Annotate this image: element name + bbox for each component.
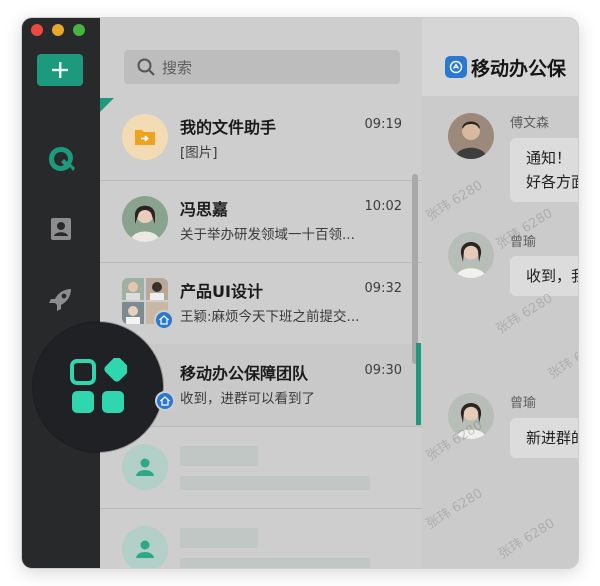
watermark: 张玮 6280	[495, 516, 558, 563]
chat-item-feng-sijia[interactable]: 冯思嘉 10:02 关于举办研发领域一十百领...	[100, 180, 422, 263]
search-input[interactable]: 搜索	[124, 50, 400, 84]
left-nav	[22, 18, 100, 568]
chat-preview: 收到，进群可以看到了	[180, 391, 315, 407]
chat-preview: 王颖:麻烦今天下班之前提交...	[180, 309, 360, 325]
conversation-list: 搜索 我的文件助手 09:19 [图片] 冯思嘉 10:02 关于举办研发领域一…	[100, 18, 422, 568]
plus-icon	[52, 62, 68, 78]
message-text: 收到，我	[526, 267, 578, 285]
skeleton-bar	[180, 528, 258, 548]
sender-avatar[interactable]	[448, 232, 494, 278]
skeleton-row	[100, 426, 422, 509]
enterprise-icon	[449, 60, 463, 74]
chat-name: 产品UI设计	[180, 282, 263, 301]
enterprise-group-badge	[445, 56, 467, 78]
maximize-window-button[interactable]	[73, 24, 85, 36]
chat-time: 10:02	[364, 199, 402, 214]
rocket-icon	[49, 289, 71, 311]
enterprise-badge	[155, 391, 175, 411]
enterprise-icon	[159, 315, 169, 325]
skeleton-avatar	[122, 526, 168, 568]
apps-grid-icon	[70, 358, 127, 413]
nav-workbench-button[interactable]	[46, 284, 76, 314]
enterprise-icon	[160, 396, 170, 406]
apps-button[interactable]	[33, 322, 163, 452]
chat-preview: [图片]	[180, 145, 218, 161]
user-placeholder-icon	[136, 540, 154, 558]
nav-contacts-button[interactable]	[46, 214, 76, 244]
skeleton-bar	[180, 476, 370, 490]
chat-time: 09:32	[364, 281, 402, 296]
watermark: 张玮 6280	[423, 178, 486, 225]
nav-messages-button[interactable]	[46, 144, 76, 174]
skeleton-avatar	[122, 444, 168, 490]
search-icon	[137, 58, 155, 76]
sender-name: 傅文森	[510, 116, 550, 131]
logo-icon	[49, 147, 75, 171]
skeleton-row	[100, 508, 422, 568]
message-bubble[interactable]: 新进群的	[510, 418, 578, 458]
chat-name: 冯思嘉	[180, 200, 229, 219]
chat-time: 09:19	[364, 117, 402, 132]
chat-item-file-assistant[interactable]: 我的文件助手 09:19 [图片]	[100, 98, 422, 181]
message-text: 好各方面	[526, 173, 578, 191]
contacts-icon	[51, 218, 71, 240]
list-scrollbar[interactable]	[412, 174, 418, 364]
chat-header: 移动办公保	[422, 18, 578, 96]
chat-name: 我的文件助手	[180, 118, 277, 137]
message-text: 新进群的	[526, 429, 578, 447]
chat-preview: 关于举办研发领域一十百领...	[180, 227, 355, 243]
message-text: 通知！	[526, 149, 572, 167]
app-window: 搜索 我的文件助手 09:19 [图片] 冯思嘉 10:02 关于举办研发领域一…	[22, 18, 578, 568]
compose-button[interactable]	[37, 54, 83, 86]
user-placeholder-icon	[136, 458, 154, 476]
chat-name: 移动办公保障团队	[180, 364, 309, 383]
sender-name: 曾瑜	[510, 396, 537, 411]
folder-icon	[135, 130, 155, 145]
enterprise-badge	[154, 310, 174, 330]
active-indicator	[416, 343, 421, 425]
search-placeholder: 搜索	[162, 58, 193, 77]
chat-time: 09:30	[364, 363, 402, 378]
chat-panel: 移动办公保 傅文森 通知！ 好各方面 曾瑜	[422, 18, 578, 568]
skeleton-bar	[180, 446, 258, 466]
chat-title: 移动办公保	[471, 58, 567, 80]
close-window-button[interactable]	[31, 24, 43, 36]
watermark: 张玮 6280	[545, 336, 578, 383]
minimize-window-button[interactable]	[52, 24, 64, 36]
feng-sijia-avatar	[122, 196, 168, 242]
file-assistant-avatar	[122, 114, 168, 160]
chat-item-product-ui[interactable]: 产品UI设计 09:32 王颖:麻烦今天下班之前提交...	[100, 262, 422, 345]
watermark: 张玮 6280	[423, 486, 486, 533]
skeleton-bar	[180, 558, 370, 568]
sender-avatar[interactable]	[448, 113, 494, 159]
message-bubble[interactable]: 通知！ 好各方面	[510, 138, 578, 202]
